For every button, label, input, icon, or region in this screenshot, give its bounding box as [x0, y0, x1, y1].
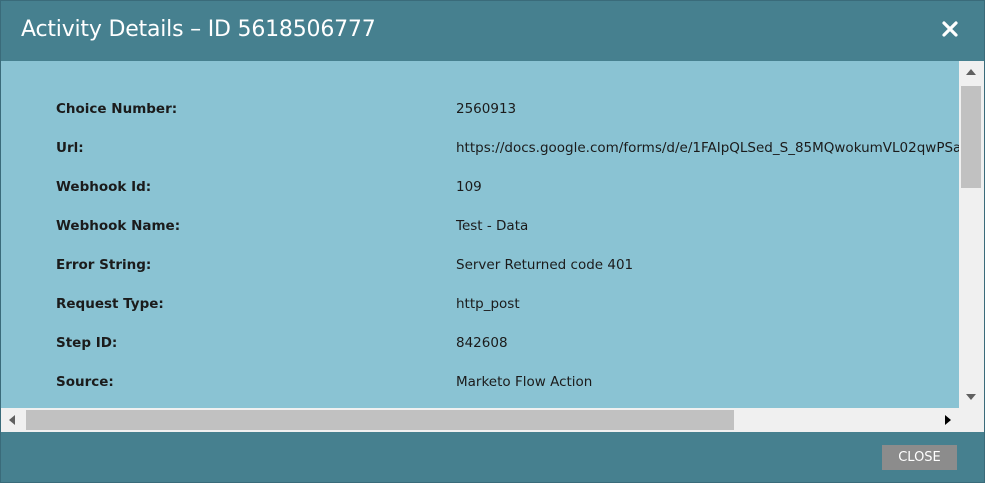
detail-label: Webhook Id:	[56, 179, 152, 195]
dialog-footer: CLOSE	[1, 432, 984, 482]
detail-row-url: Url: https://docs.google.com/forms/d/e/1…	[1, 140, 959, 160]
dialog-body: Choice Number: 2560913 Url: https://docs…	[1, 61, 984, 432]
detail-row-request-type: Request Type: http_post	[1, 296, 959, 316]
horizontal-scrollbar[interactable]	[1, 408, 959, 432]
scroll-up-icon[interactable]	[966, 69, 976, 75]
detail-label: Url:	[56, 140, 84, 156]
detail-row-choice-number: Choice Number: 2560913	[1, 101, 959, 121]
detail-value: Test - Data	[456, 218, 529, 234]
horizontal-scroll-thumb[interactable]	[26, 410, 734, 430]
detail-value: Server Returned code 401	[456, 257, 634, 273]
detail-row-error-string: Error String: Server Returned code 401	[1, 257, 959, 277]
details-list: Choice Number: 2560913 Url: https://docs…	[1, 61, 959, 408]
vertical-scrollbar[interactable]	[959, 61, 984, 408]
detail-label: Error String:	[56, 257, 152, 273]
detail-value: http_post	[456, 296, 520, 312]
detail-row-webhook-id: Webhook Id: 109	[1, 179, 959, 199]
detail-label: Choice Number:	[56, 101, 178, 117]
close-icon[interactable]	[939, 18, 961, 40]
detail-value: 842608	[456, 335, 508, 351]
activity-details-dialog: Activity Details – ID 5618506777 Choice …	[0, 0, 985, 483]
scroll-corner	[959, 408, 984, 432]
detail-label: Step ID:	[56, 335, 118, 351]
detail-label: Webhook Name:	[56, 218, 181, 234]
vertical-scroll-thumb[interactable]	[961, 86, 981, 188]
close-button[interactable]: CLOSE	[882, 445, 957, 470]
detail-row-source: Source: Marketo Flow Action	[1, 374, 959, 394]
detail-value: 109	[456, 179, 482, 195]
scroll-left-icon[interactable]	[9, 415, 15, 425]
scroll-down-icon[interactable]	[966, 394, 976, 400]
detail-label: Request Type:	[56, 296, 164, 312]
detail-value: 2560913	[456, 101, 517, 117]
detail-label: Source:	[56, 374, 114, 390]
detail-row-step-id: Step ID: 842608	[1, 335, 959, 355]
detail-value: https://docs.google.com/forms/d/e/1FAIpQ…	[456, 140, 959, 156]
scroll-right-icon[interactable]	[945, 415, 951, 425]
dialog-header: Activity Details – ID 5618506777	[1, 1, 984, 61]
detail-value: Marketo Flow Action	[456, 374, 593, 390]
dialog-title: Activity Details – ID 5618506777	[21, 17, 376, 42]
detail-row-webhook-name: Webhook Name: Test - Data	[1, 218, 959, 238]
